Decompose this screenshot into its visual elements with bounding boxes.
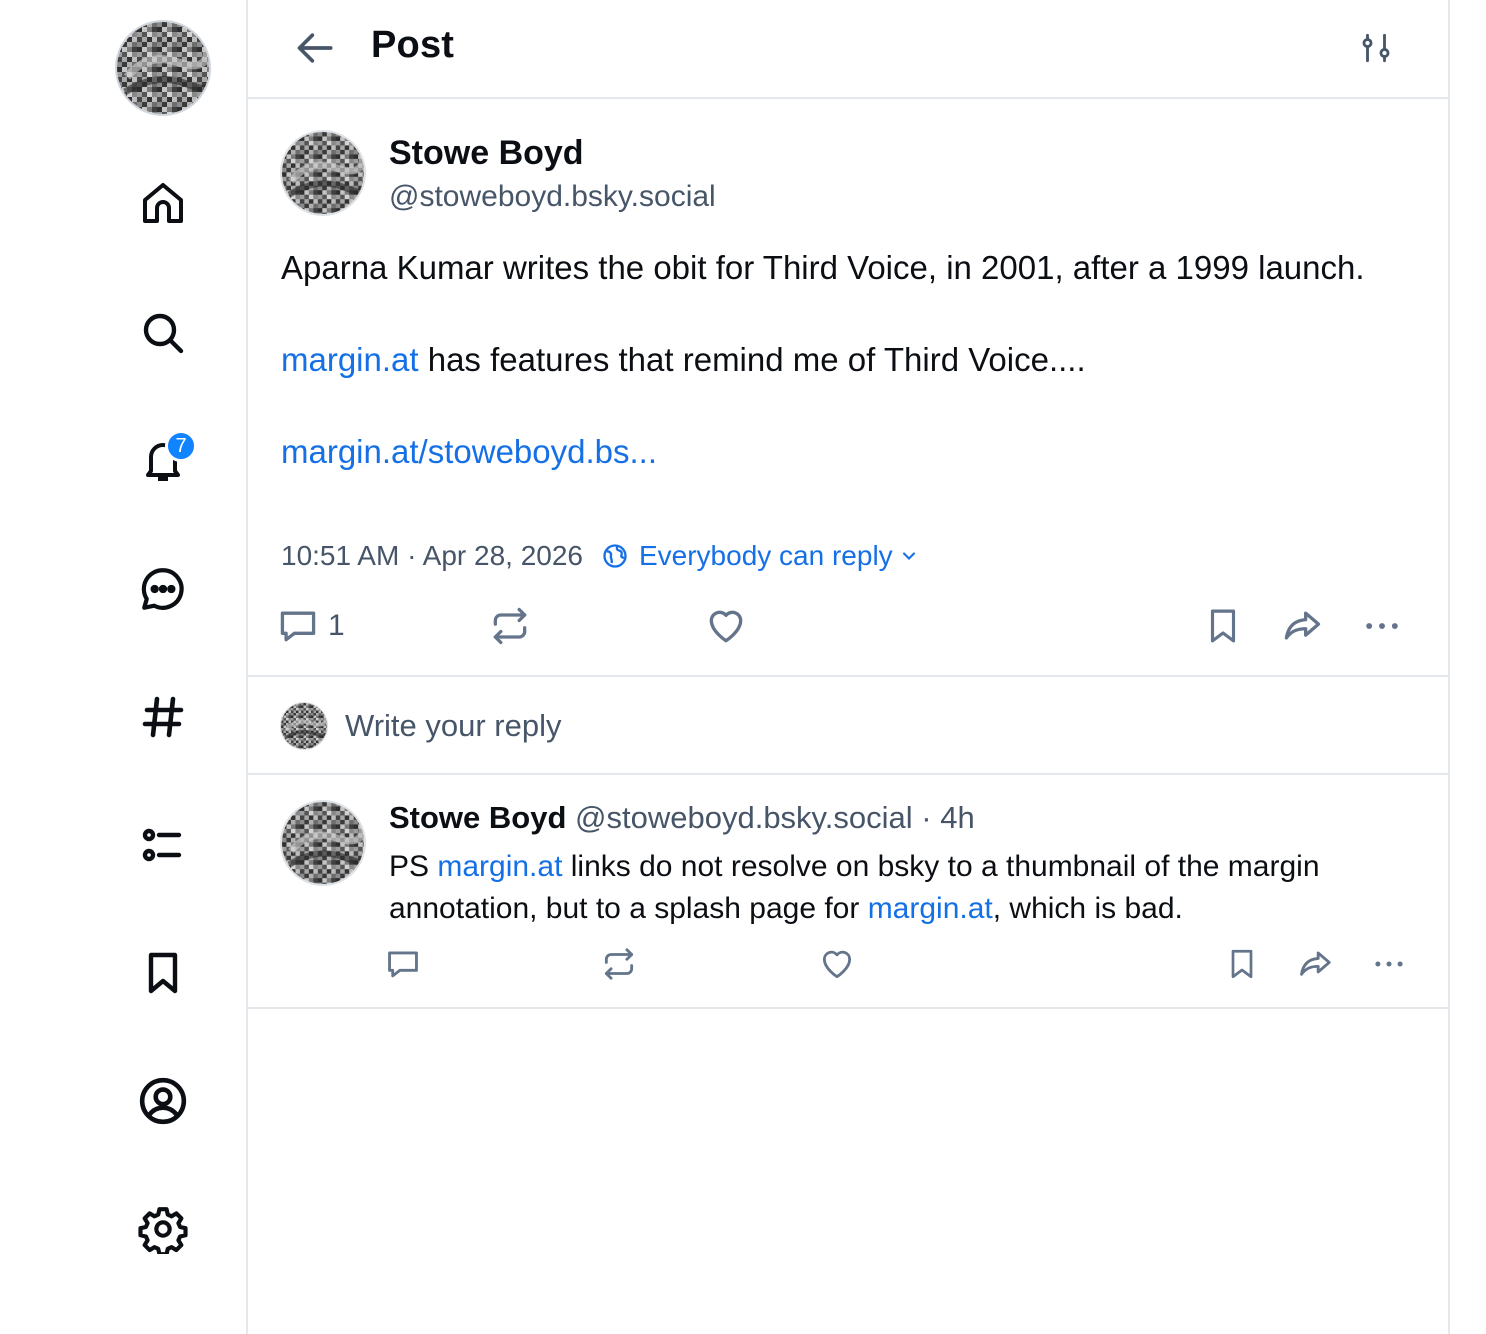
profile-icon[interactable] bbox=[134, 1072, 192, 1130]
share-arrow-icon bbox=[1300, 951, 1331, 976]
reply-placeholder[interactable]: Write your reply bbox=[345, 708, 562, 744]
more-dots-icon bbox=[1375, 961, 1403, 967]
reply-repost-button[interactable] bbox=[600, 944, 638, 984]
notifications-bell-icon[interactable]: 7 bbox=[134, 430, 197, 490]
post-actions: 1 bbox=[276, 598, 1416, 654]
share-button[interactable] bbox=[1280, 598, 1324, 654]
bookmark-icon bbox=[1231, 949, 1253, 979]
reply-settings-label: Everybody can reply bbox=[638, 540, 893, 571]
heart-icon bbox=[709, 610, 743, 643]
notifications-badge: 7 bbox=[165, 430, 197, 462]
share-arrow-icon bbox=[1284, 611, 1321, 640]
post-meta: 10:51 AM · Apr 28, 2026 Everybody can re… bbox=[281, 540, 919, 572]
bookmark-icon bbox=[1210, 609, 1236, 643]
chevron-down-icon bbox=[902, 552, 915, 560]
reply-reply-button[interactable] bbox=[384, 944, 422, 984]
reply-composer[interactable]: Write your reply bbox=[248, 678, 1448, 775]
reply-time[interactable]: 4h bbox=[940, 800, 974, 835]
sliders-icon bbox=[1362, 33, 1390, 63]
bookmark-icon[interactable] bbox=[134, 944, 192, 1002]
reply-link-2[interactable]: margin.at bbox=[868, 892, 993, 925]
post-text-paragraph-2: margin.at has features that remind me of… bbox=[281, 337, 1401, 383]
repost-icon bbox=[604, 948, 634, 980]
post: Stowe Boyd @stoweboyd.bsky.social Aparna… bbox=[248, 100, 1448, 677]
reply-share-button[interactable] bbox=[1296, 944, 1334, 984]
arrow-left-icon bbox=[297, 33, 333, 63]
post-author-name[interactable]: Stowe Boyd bbox=[389, 134, 584, 173]
post-external-link[interactable]: margin.at/stoweboyd.bs... bbox=[281, 433, 657, 470]
main-column: Post Stowe Boyd @stoweboyd.bsky.social A… bbox=[248, 0, 1450, 1334]
reply-post[interactable]: Stowe Boyd @stoweboyd.bsky.social · 4h P… bbox=[248, 776, 1448, 1009]
more-dots-icon bbox=[1366, 623, 1398, 629]
reply-more-options-button[interactable] bbox=[1370, 944, 1408, 984]
post-text-paragraph-2-body: has features that remind me of Third Voi… bbox=[418, 341, 1086, 378]
comment-icon bbox=[280, 611, 316, 642]
bookmark-button[interactable] bbox=[1202, 598, 1244, 654]
chat-icon[interactable] bbox=[134, 560, 192, 618]
reply-link-1[interactable]: margin.at bbox=[437, 850, 562, 883]
composer-avatar bbox=[280, 702, 328, 750]
reply-count: 1 bbox=[328, 609, 345, 642]
reply-separator: · bbox=[912, 800, 941, 835]
repost-button[interactable] bbox=[488, 598, 532, 654]
like-button[interactable] bbox=[704, 598, 748, 654]
post-timestamp[interactable]: 10:51 AM · Apr 28, 2026 bbox=[281, 540, 583, 572]
post-author-handle[interactable]: @stoweboyd.bsky.social bbox=[389, 180, 716, 214]
reply-header: Stowe Boyd @stoweboyd.bsky.social · 4h bbox=[389, 800, 975, 836]
page-header: Post bbox=[248, 0, 1448, 99]
post-author-avatar[interactable] bbox=[280, 130, 366, 216]
reply-bookmark-button[interactable] bbox=[1224, 944, 1260, 984]
thread-settings-button[interactable] bbox=[1352, 26, 1400, 70]
page-title: Post bbox=[371, 24, 455, 66]
reply-settings-button[interactable]: Everybody can reply bbox=[601, 540, 919, 572]
repost-icon bbox=[493, 607, 527, 645]
post-text: Aparna Kumar writes the obit for Third V… bbox=[281, 245, 1401, 475]
reply-text: PS margin.at links do not resolve on bsk… bbox=[389, 846, 1429, 930]
reply-button[interactable]: 1 bbox=[276, 598, 345, 654]
settings-gear-icon[interactable] bbox=[134, 1200, 192, 1258]
search-icon[interactable] bbox=[134, 304, 192, 362]
reply-author-handle[interactable]: @stoweboyd.bsky.social bbox=[575, 800, 913, 835]
home-icon[interactable] bbox=[134, 174, 192, 232]
reply-author-avatar[interactable] bbox=[280, 800, 366, 886]
globe-icon bbox=[603, 544, 627, 568]
user-avatar[interactable] bbox=[115, 20, 211, 116]
reply-like-button[interactable] bbox=[818, 944, 856, 984]
reply-actions bbox=[384, 944, 1424, 984]
reply-text-prefix: PS bbox=[389, 850, 438, 883]
reply-text-suffix: , which is bad. bbox=[992, 892, 1183, 925]
post-link-margin[interactable]: margin.at bbox=[281, 341, 419, 378]
heart-icon bbox=[822, 950, 852, 979]
post-text-paragraph-1: Aparna Kumar writes the obit for Third V… bbox=[281, 249, 1365, 286]
comment-icon bbox=[388, 951, 418, 978]
hashtag-feeds-icon[interactable] bbox=[134, 688, 192, 746]
lists-icon[interactable] bbox=[134, 816, 192, 874]
sidebar: 7 bbox=[0, 0, 248, 1334]
reply-author-name[interactable]: Stowe Boyd bbox=[389, 800, 566, 835]
more-options-button[interactable] bbox=[1360, 598, 1404, 654]
back-button[interactable] bbox=[288, 22, 344, 74]
